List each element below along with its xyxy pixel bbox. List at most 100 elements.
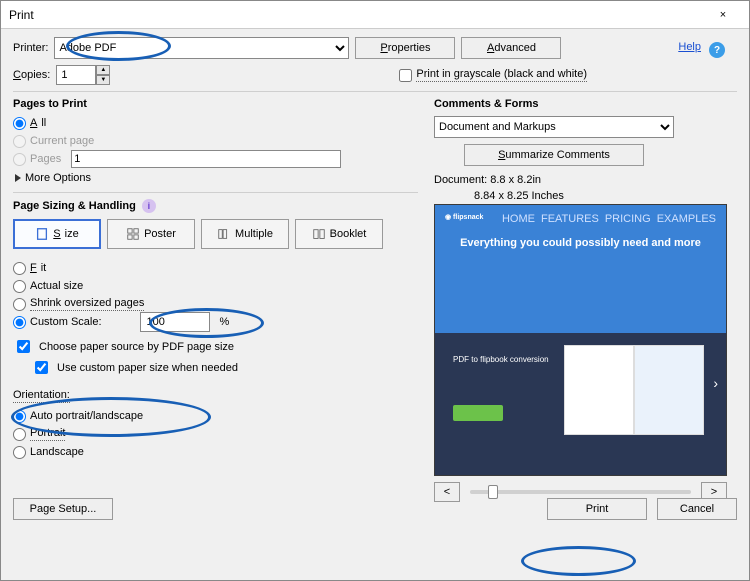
chevron-right-icon: > <box>711 486 717 498</box>
preview-logo: ◉ flipsnack <box>445 213 483 221</box>
custom-scale-radio[interactable] <box>13 316 26 329</box>
choose-source-checkbox[interactable] <box>17 340 30 353</box>
poster-label: Poster <box>144 228 176 240</box>
multiple-icon <box>217 227 231 241</box>
grayscale-checkbox[interactable] <box>399 69 412 82</box>
booklet-label: Booklet <box>330 228 367 240</box>
right-column: Comments & Forms Document and Markups Su… <box>434 98 737 520</box>
orientation-landscape-radio[interactable] <box>13 446 26 459</box>
grayscale-label: Print in grayscale (black and white) <box>416 68 587 82</box>
use-custom-paper-row[interactable]: Use custom paper size when needed <box>31 358 418 377</box>
copies-down-button[interactable]: ▼ <box>96 75 110 85</box>
pages-current-radio[interactable] <box>13 135 26 148</box>
dialog-body: Printer: Adobe PDF Properties Advanced H… <box>1 29 749 530</box>
copies-input[interactable] <box>56 65 96 85</box>
printer-select[interactable]: Adobe PDF <box>54 37 349 59</box>
page-setup-button[interactable]: Page Setup... <box>13 498 113 520</box>
print-dialog: Print × Printer: Adobe PDF Properties Ad… <box>0 0 750 581</box>
close-button[interactable]: × <box>705 2 741 28</box>
custom-scale-input[interactable] <box>140 312 210 332</box>
pages-current-label: Current page <box>30 135 94 147</box>
orientation-auto-radio[interactable] <box>13 410 26 423</box>
custom-scale-radio-row[interactable]: Custom Scale: % <box>13 313 418 331</box>
preview-top-nav: HOMEFEATURESPRICINGEXAMPLES <box>502 213 716 225</box>
custom-scale-label: Custom Scale: <box>30 316 102 328</box>
page-slider[interactable] <box>470 490 691 494</box>
copies-spinner[interactable]: ▲ ▼ <box>56 65 110 85</box>
use-custom-paper-checkbox[interactable] <box>35 361 48 374</box>
pages-range-input[interactable] <box>71 150 341 168</box>
sizing-mode-buttons: Size Poster Multiple Booklet <box>13 219 418 249</box>
pages-all-radio[interactable] <box>13 117 26 130</box>
cancel-button[interactable]: Cancel <box>657 498 737 520</box>
help-icon[interactable]: ? <box>709 42 725 58</box>
page-sizing-title: Page Sizing & Handling <box>13 200 136 212</box>
size-icon <box>35 227 49 241</box>
booklet-icon <box>312 227 326 241</box>
multiple-button[interactable]: Multiple <box>201 219 289 249</box>
fit-radio-row[interactable]: Fit <box>13 259 418 277</box>
orientation-auto-label: Auto portrait/landscape <box>30 410 143 422</box>
more-options-label: More Options <box>25 172 91 184</box>
comments-forms-select[interactable]: Document and Markups <box>434 116 674 138</box>
grayscale-checkbox-row[interactable]: Print in grayscale (black and white) <box>399 68 587 82</box>
preview-hero-text: Everything you could possibly need and m… <box>435 237 726 249</box>
pages-all-radio-row[interactable]: All <box>13 114 418 132</box>
poster-icon <box>126 227 140 241</box>
preview-page: ◉ flipsnack HOMEFEATURESPRICINGEXAMPLES … <box>435 205 726 475</box>
divider <box>13 192 418 193</box>
copies-up-button[interactable]: ▲ <box>96 65 110 75</box>
preview-nav-right-icon: › <box>713 375 718 391</box>
annotation-ellipse-print <box>521 546 636 576</box>
chevron-left-icon: < <box>444 486 450 498</box>
shrink-label: Shrink oversized pages <box>30 297 144 311</box>
properties-button[interactable]: Properties <box>355 37 455 59</box>
orientation-landscape-row[interactable]: Landscape <box>13 443 418 461</box>
shrink-radio[interactable] <box>13 298 26 311</box>
orientation-section: Orientation: Auto portrait/landscape Por… <box>13 389 418 461</box>
actual-label: Actual size <box>30 280 83 292</box>
booklet-button[interactable]: Booklet <box>295 219 383 249</box>
choose-source-label: Choose paper source by PDF page size <box>39 341 234 353</box>
actual-radio-row[interactable]: Actual size <box>13 277 418 295</box>
print-button[interactable]: Print <box>547 498 647 520</box>
advanced-button[interactable]: Advanced <box>461 37 561 59</box>
more-options-toggle[interactable]: More Options <box>15 172 418 184</box>
pages-range-radio[interactable] <box>13 153 26 166</box>
copies-label: Copies: <box>13 69 50 81</box>
close-icon: × <box>720 9 726 21</box>
poster-button[interactable]: Poster <box>107 219 195 249</box>
multiple-label: Multiple <box>235 228 273 240</box>
preview-book-graphic <box>564 345 704 435</box>
help-link[interactable]: Help <box>678 41 701 53</box>
orientation-portrait-row[interactable]: Portrait <box>13 425 418 443</box>
pages-range-label: Pages <box>30 153 61 165</box>
pages-current-radio-row[interactable]: Current page <box>13 132 418 150</box>
info-icon[interactable]: i <box>142 199 156 213</box>
orientation-portrait-label: Portrait <box>30 427 65 441</box>
actual-radio[interactable] <box>13 280 26 293</box>
divider <box>13 91 737 92</box>
shrink-radio-row[interactable]: Shrink oversized pages <box>13 295 418 313</box>
percent-label: % <box>220 316 230 328</box>
orientation-auto-row[interactable]: Auto portrait/landscape <box>13 407 418 425</box>
summarize-comments-button[interactable]: Summarize Comments <box>464 144 644 166</box>
pages-range-radio-row[interactable]: Pages <box>13 150 418 168</box>
pages-to-print-title: Pages to Print <box>13 98 418 110</box>
preview-section-heading: PDF to flipbook conversion <box>453 355 553 364</box>
size-button[interactable]: Size <box>13 219 101 249</box>
orientation-title: Orientation: <box>13 389 70 403</box>
preview-nav-left-icon: ‹ <box>570 375 575 391</box>
window-title: Print <box>9 8 34 22</box>
bottom-bar: Page Setup... Print Cancel <box>13 498 737 520</box>
left-column: Pages to Print All Current page Pages Mo… <box>13 98 418 520</box>
triangle-right-icon <box>15 174 21 182</box>
use-custom-paper-label: Use custom paper size when needed <box>57 362 238 374</box>
slider-thumb[interactable] <box>488 485 498 499</box>
fit-radio[interactable] <box>13 262 26 275</box>
document-dimensions: Document: 8.8 x 8.2in <box>434 174 737 186</box>
orientation-landscape-label: Landscape <box>30 446 84 458</box>
choose-source-row[interactable]: Choose paper source by PDF page size <box>13 337 418 356</box>
orientation-portrait-radio[interactable] <box>13 428 26 441</box>
printer-label: Printer: <box>13 42 48 54</box>
